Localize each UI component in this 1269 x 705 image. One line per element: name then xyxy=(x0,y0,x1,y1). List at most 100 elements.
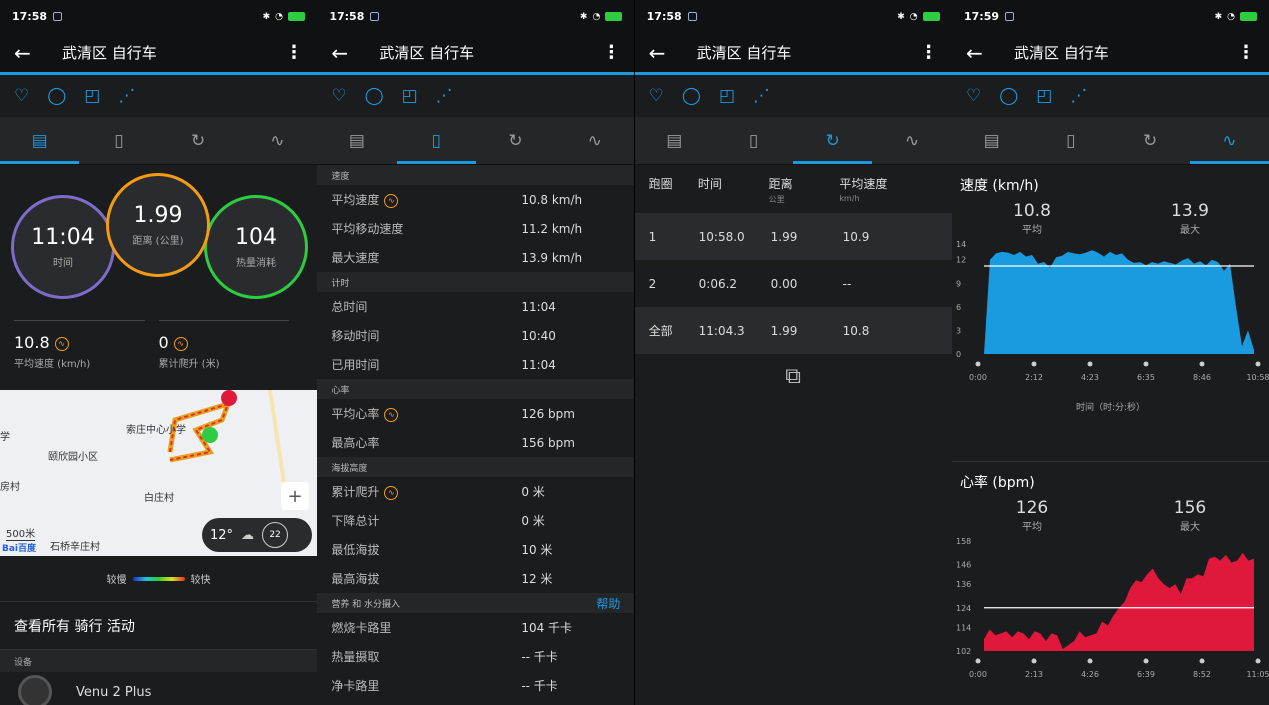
device-section-header: 设备 xyxy=(0,650,317,672)
detail-key-text: 净卡路里 xyxy=(331,679,380,693)
back-arrow-icon[interactable]: ← xyxy=(966,41,996,65)
tab-summary[interactable]: ▤ xyxy=(952,117,1031,164)
loop-icon: ↻ xyxy=(825,130,840,151)
start-pin-icon xyxy=(202,427,218,443)
camera-icon[interactable]: ◰ xyxy=(719,86,735,106)
detail-key-text: 总时间 xyxy=(331,300,368,314)
x-tick-label: 8:52 xyxy=(1193,670,1211,679)
camera-icon[interactable]: ◰ xyxy=(1036,86,1052,106)
camera-icon[interactable]: ◰ xyxy=(402,86,418,106)
lap-row-total[interactable]: 全部 11:04.3 1.99 10.8 xyxy=(634,307,952,354)
detail-value: 11:04 xyxy=(521,299,556,314)
section-header: 计时 xyxy=(317,272,635,292)
tab-charts[interactable]: ∿ xyxy=(555,117,634,164)
ascent-value: 0 xyxy=(158,333,169,352)
device-row[interactable]: Venu 2 Plus xyxy=(0,672,317,705)
y-tick-label: 146 xyxy=(956,561,971,570)
heart-icon[interactable]: ♡ xyxy=(14,86,29,106)
more-menu-icon[interactable]: ⋮ xyxy=(285,42,303,63)
page-title: 武清区 自行车 xyxy=(1013,44,1109,62)
tab-laps[interactable]: ↻ xyxy=(159,117,238,164)
calories-label: 热量消耗 xyxy=(236,258,276,269)
more-menu-icon[interactable]: ⋮ xyxy=(602,42,620,63)
hr-chart[interactable]: 102 114 124 136 146 158 0:00 2:13 4:26 6:39 8:52 11… xyxy=(952,533,1269,693)
detail-value: 10.8 km/h xyxy=(521,192,583,207)
section-title: 营养 和 水分摄入 xyxy=(331,599,401,610)
tab-laps[interactable]: ↻ xyxy=(793,117,873,164)
x-tick-dot xyxy=(1031,361,1037,367)
y-tick-label: 3 xyxy=(956,326,961,335)
detail-key-text: 平均心率 xyxy=(331,407,380,421)
lap-row[interactable]: 2 0:06.2 0.00 -- xyxy=(635,260,952,307)
hr-avg-label: 平均 xyxy=(1021,522,1042,533)
heart-icon[interactable]: ♡ xyxy=(966,86,981,106)
map-place: 石桥辛庄村 xyxy=(50,542,100,553)
back-arrow-icon[interactable]: ← xyxy=(649,41,679,65)
share-icon[interactable]: ⋰ xyxy=(436,86,453,106)
y-tick-label: 114 xyxy=(956,623,971,632)
route-map[interactable]: 学 索庄中心小学 颐欣园小区 白庄村 房村 石桥辛庄村 500米 Bai百度 +… xyxy=(0,390,317,556)
detail-key: 最大速度 xyxy=(331,249,521,266)
lap-speed: 10.8 xyxy=(842,323,870,338)
view-all-activities[interactable]: 查看所有 骑行 活动 xyxy=(0,602,317,650)
tab-laps[interactable]: ↻ xyxy=(1110,117,1189,164)
tab-charts[interactable]: ∿ xyxy=(872,117,951,164)
copy-icon[interactable]: ⧉ xyxy=(635,364,952,389)
pulse-icon: ∿ xyxy=(1222,130,1237,151)
bluetooth-icon: ✱ xyxy=(262,11,271,22)
tab-laps[interactable]: ↻ xyxy=(476,117,555,164)
more-menu-icon[interactable]: ⋮ xyxy=(1237,42,1255,63)
col-speed-label: 平均速度 xyxy=(839,177,888,191)
comment-icon[interactable]: ◯ xyxy=(47,86,66,106)
tab-details[interactable]: ▯ xyxy=(1031,117,1110,164)
wifi-icon: ◔ xyxy=(592,11,601,22)
action-bar: ♡ ◯ ◰ ⋰ xyxy=(0,75,317,117)
avg-speed-stat: 10.8 ∿ 平均速度 (km/h) xyxy=(14,320,145,390)
lap-number: 2 xyxy=(648,276,657,291)
heart-icon[interactable]: ♡ xyxy=(331,86,346,106)
wifi-icon: ◔ xyxy=(909,11,918,22)
back-arrow-icon[interactable]: ← xyxy=(331,41,361,65)
tab-charts[interactable]: ∿ xyxy=(1189,117,1269,164)
tab-details[interactable]: ▯ xyxy=(79,117,158,164)
detail-key: 下降总计 xyxy=(331,512,521,529)
tab-summary[interactable]: ▤ xyxy=(0,117,80,164)
tab-charts[interactable]: ∿ xyxy=(238,117,317,164)
more-menu-icon[interactable]: ⋮ xyxy=(920,42,938,63)
lap-distance: 0.00 xyxy=(770,276,798,291)
section-header: 营养 和 水分摄入 帮助 xyxy=(317,593,635,613)
x-tick-dot xyxy=(1087,361,1093,367)
share-icon[interactable]: ⋰ xyxy=(1070,86,1087,106)
heart-icon[interactable]: ♡ xyxy=(649,86,664,106)
comment-icon[interactable]: ◯ xyxy=(682,86,701,106)
detail-value: 10 米 xyxy=(521,543,553,557)
camera-icon[interactable]: ◰ xyxy=(84,86,100,106)
detail-key-text: 平均速度 xyxy=(331,193,380,207)
y-tick-label: 6 xyxy=(956,303,961,312)
wifi-icon: ◔ xyxy=(275,11,283,22)
lap-number: 1 xyxy=(648,229,657,244)
detail-key-text: 平均移动速度 xyxy=(331,222,404,236)
tab-bar: ▤ ▯ ↻ ∿ xyxy=(0,117,317,165)
comment-icon[interactable]: ◯ xyxy=(365,86,384,106)
tab-summary[interactable]: ▤ xyxy=(317,117,396,164)
help-link[interactable]: 帮助 xyxy=(596,595,620,612)
lap-row[interactable]: 1 10:58.0 1.99 10.9 xyxy=(634,213,952,260)
share-icon[interactable]: ⋰ xyxy=(118,86,135,106)
share-icon[interactable]: ⋰ xyxy=(753,86,770,106)
speed-chart[interactable]: 0 3 6 9 12 14 0:00 2:12 4:23 6:35 8:46 10:58 xyxy=(952,236,1269,396)
tab-details[interactable]: ▯ xyxy=(714,117,793,164)
tab-details[interactable]: ▯ xyxy=(396,117,477,164)
comment-icon[interactable]: ◯ xyxy=(999,86,1018,106)
back-arrow-icon[interactable]: ← xyxy=(14,41,44,65)
tab-bar: ▤ ▯ ↻ ∿ xyxy=(317,117,635,165)
loop-icon: ↻ xyxy=(191,130,206,151)
tab-summary[interactable]: ▤ xyxy=(635,117,714,164)
detail-value: 126 bpm xyxy=(521,406,575,421)
zoom-in-button[interactable]: + xyxy=(281,482,309,510)
battery-icon xyxy=(922,12,940,21)
detail-key-text: 移动时间 xyxy=(331,329,380,343)
x-tick-dot xyxy=(1255,361,1261,367)
detail-key: 平均心率 ∿ xyxy=(331,405,521,422)
x-tick-label: 0:00 xyxy=(969,670,987,679)
